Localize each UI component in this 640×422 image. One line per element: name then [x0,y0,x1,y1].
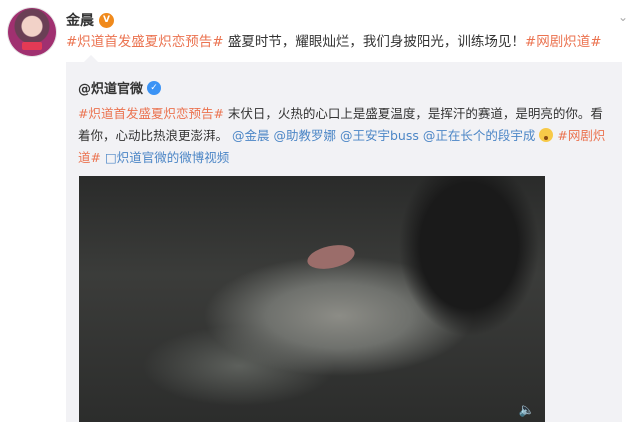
avatar[interactable] [8,8,56,56]
post-body: 盛夏时节，耀眼灿烂，我们身披阳光，训练场见！ [223,34,525,50]
author-name[interactable]: 金晨 [66,10,94,30]
author-row: 金晨 V [66,10,114,30]
video-player[interactable]: 🔈 [79,176,545,422]
orig-author-row: @炽道官微 ✓ [78,78,162,97]
repost-box: @炽道官微 ✓ #炽道首发盛夏炽恋预告# 末伏日，火热的心口上是盛夏温度，是挥汗… [66,55,622,422]
speaker-icon[interactable]: 🔈 [519,403,535,418]
verified-icon: ✓ [147,80,162,95]
chevron-down-icon[interactable]: ⌄ [618,10,628,24]
topic-link[interactable]: #网剧炽道# [525,34,602,50]
video-frame-detail [305,241,357,273]
orig-text: #炽道首发盛夏炽恋预告# 末伏日，火热的心口上是盛夏温度，是挥汗的赛道，是明亮的… [78,103,610,169]
video-link-icon[interactable]: □ [105,150,117,165]
mention-link[interactable]: @金晨 [232,128,270,143]
surprised-face-icon [539,128,554,142]
mention-link[interactable]: @王安宇buss [340,128,419,143]
avatar-sash [22,42,42,50]
vip-icon: V [99,12,114,28]
post-text: #炽道首发盛夏炽恋预告# 盛夏时节，耀眼灿烂，我们身披阳光，训练场见！#网剧炽道… [66,33,626,51]
mention-link[interactable]: @正在长个的段宇成 [423,128,536,143]
video-link[interactable]: 炽道官微的微博视频 [117,150,230,165]
mention-link[interactable]: @助教罗娜 [274,128,337,143]
orig-author[interactable]: @炽道官微 [78,78,143,97]
topic-link[interactable]: #炽道首发盛夏炽恋预告# [66,34,224,50]
topic-link[interactable]: #炽道首发盛夏炽恋预告# [78,106,224,121]
